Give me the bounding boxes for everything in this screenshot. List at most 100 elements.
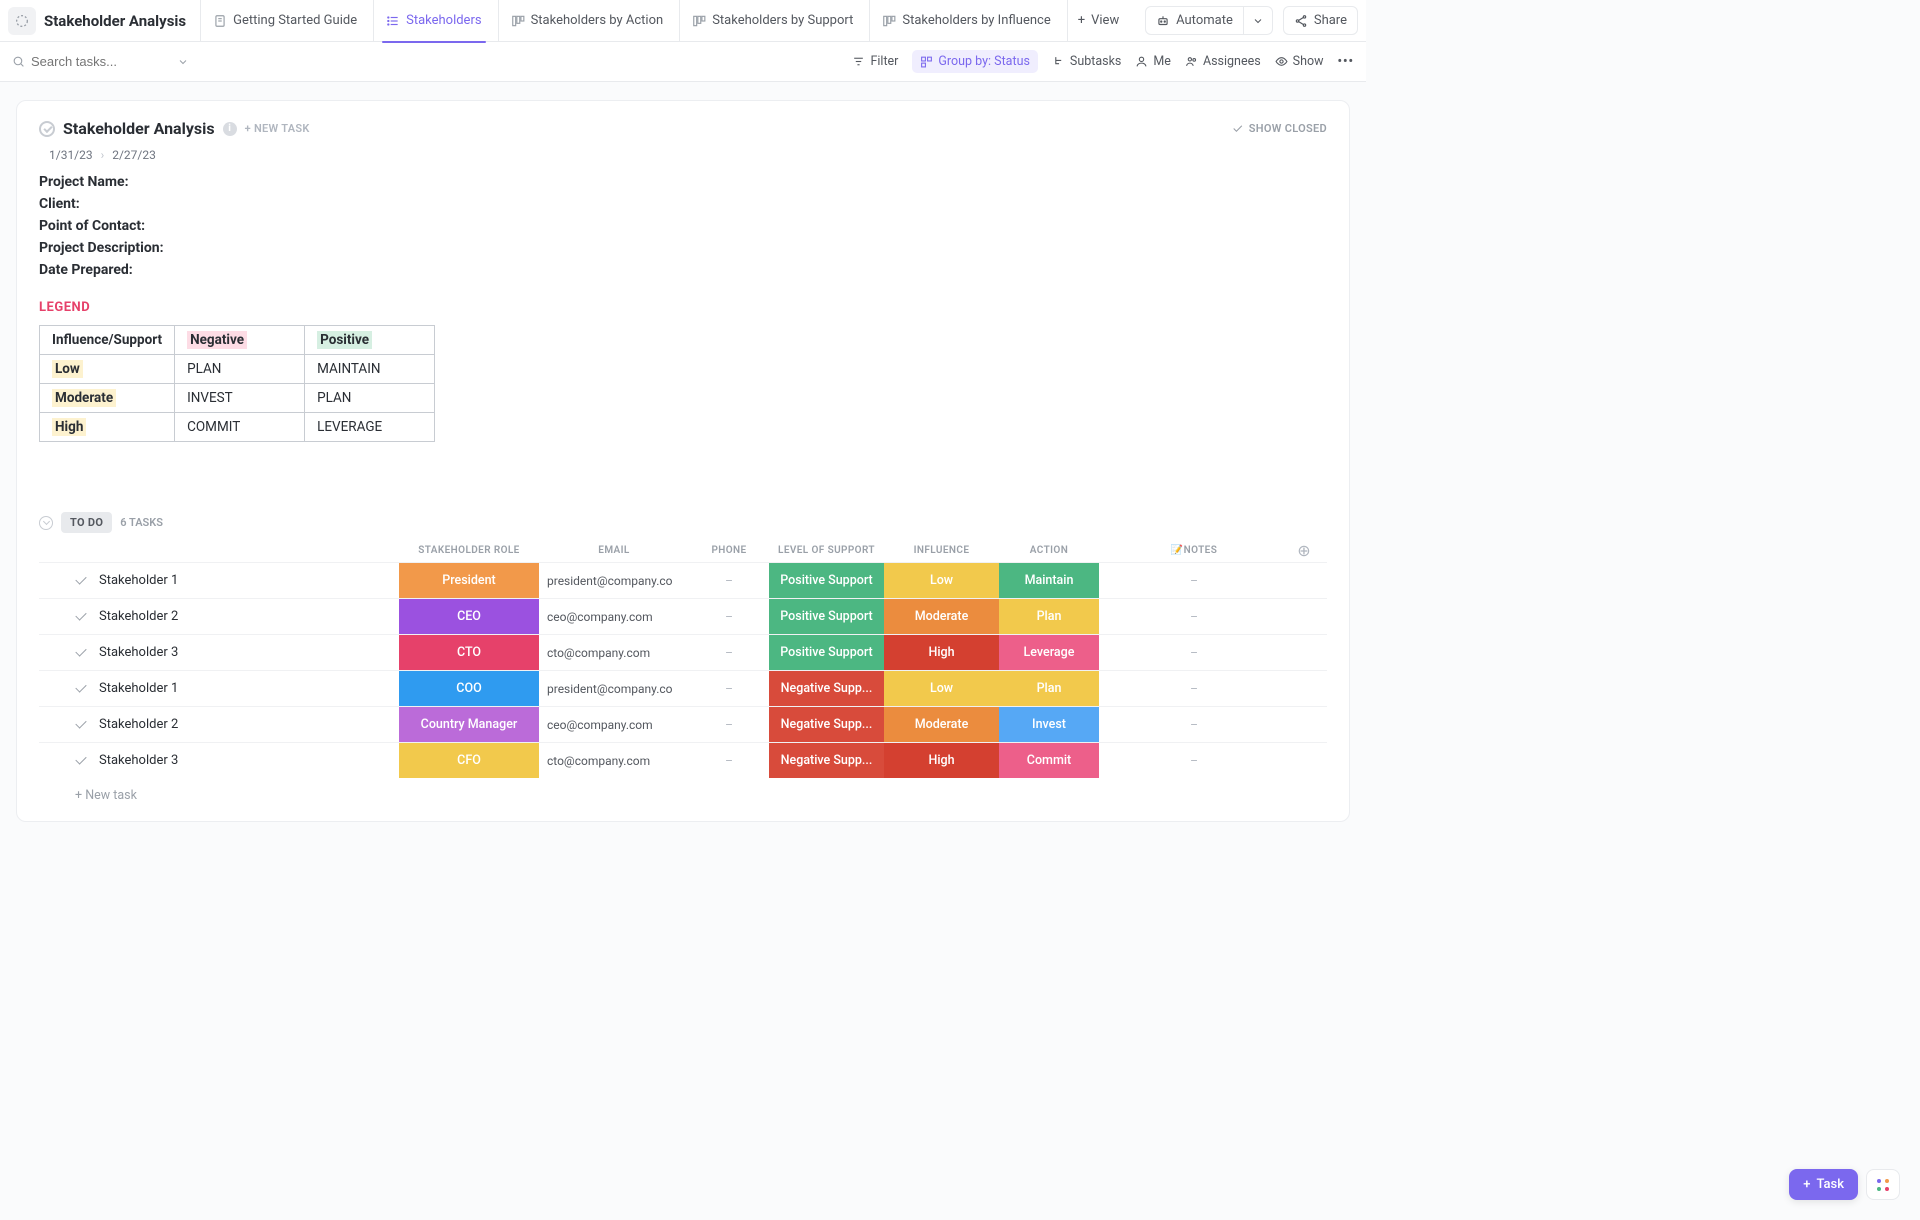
email-cell[interactable]: cto@company.com: [539, 743, 689, 778]
email-cell[interactable]: cto@company.com: [539, 635, 689, 670]
show-button[interactable]: Show: [1275, 54, 1324, 69]
email-cell[interactable]: ceo@company.com: [539, 707, 689, 742]
role-tag[interactable]: President: [399, 563, 539, 598]
action-tag[interactable]: Commit: [999, 743, 1099, 778]
filter-button[interactable]: Filter: [852, 54, 898, 69]
support-tag[interactable]: Negative Supp...: [769, 743, 884, 778]
notes-cell[interactable]: –: [1099, 671, 1289, 706]
notes-cell[interactable]: –: [1099, 707, 1289, 742]
notes-cell[interactable]: –: [1099, 635, 1289, 670]
influence-tag[interactable]: High: [884, 635, 999, 670]
col-influence[interactable]: INFLUENCE: [884, 539, 999, 562]
col-notes[interactable]: 📝NOTES: [1099, 539, 1289, 562]
phone-cell[interactable]: –: [689, 599, 769, 634]
role-tag[interactable]: CFO: [399, 743, 539, 778]
table-row[interactable]: Stakeholder 2CEOceo@company.com–Positive…: [39, 598, 1327, 634]
table-row[interactable]: Stakeholder 3CTOcto@company.com–Positive…: [39, 634, 1327, 670]
date-start: 1/31/23: [49, 148, 93, 162]
phone-cell[interactable]: –: [689, 743, 769, 778]
phone-cell[interactable]: –: [689, 707, 769, 742]
tab-stakeholders[interactable]: Stakeholders: [373, 0, 493, 42]
search-box[interactable]: [12, 54, 212, 69]
email-cell[interactable]: president@company.co: [539, 563, 689, 598]
task-name-cell[interactable]: Stakeholder 1: [39, 671, 399, 706]
support-tag[interactable]: Positive Support: [769, 635, 884, 670]
table-row[interactable]: Stakeholder 2Country Managerceo@company.…: [39, 706, 1327, 742]
col-role[interactable]: STAKEHOLDER ROLE: [399, 539, 539, 562]
assignees-button[interactable]: Assignees: [1185, 54, 1261, 69]
col-support[interactable]: LEVEL OF SUPPORT: [769, 539, 884, 562]
role-tag[interactable]: COO: [399, 671, 539, 706]
action-tag[interactable]: Invest: [999, 707, 1099, 742]
notes-cell[interactable]: –: [1099, 743, 1289, 778]
check-icon[interactable]: [75, 646, 89, 660]
check-icon[interactable]: [75, 682, 89, 696]
show-closed-button[interactable]: SHOW CLOSED: [1231, 122, 1327, 135]
phone-cell[interactable]: –: [689, 563, 769, 598]
check-icon[interactable]: [75, 718, 89, 732]
date-range[interactable]: 1/31/23 › 2/27/23: [49, 148, 1327, 162]
check-icon[interactable]: [75, 574, 89, 588]
action-tag[interactable]: Leverage: [999, 635, 1099, 670]
me-button[interactable]: Me: [1135, 54, 1171, 69]
table-row[interactable]: Stakeholder 3CFOcto@company.com–Negative…: [39, 742, 1327, 778]
role-tag[interactable]: Country Manager: [399, 707, 539, 742]
influence-tag[interactable]: High: [884, 743, 999, 778]
collapse-toggle-icon[interactable]: [39, 121, 55, 137]
check-icon[interactable]: [75, 610, 89, 624]
col-email[interactable]: EMAIL: [539, 539, 689, 562]
task-name-cell[interactable]: Stakeholder 3: [39, 743, 399, 778]
support-tag[interactable]: Negative Supp...: [769, 707, 884, 742]
phone-cell[interactable]: –: [689, 635, 769, 670]
group-collapse-icon[interactable]: [39, 516, 53, 530]
task-name-cell[interactable]: Stakeholder 2: [39, 707, 399, 742]
action-tag[interactable]: Maintain: [999, 563, 1099, 598]
status-pill[interactable]: TO DO: [61, 512, 112, 533]
group-by-button[interactable]: Group by: Status: [912, 50, 1038, 73]
col-action[interactable]: ACTION: [999, 539, 1099, 562]
new-task-fab[interactable]: + Task: [1789, 1169, 1858, 1200]
table-row[interactable]: Stakeholder 1Presidentpresident@company.…: [39, 562, 1327, 598]
email-cell[interactable]: ceo@company.com: [539, 599, 689, 634]
tab-by-support[interactable]: Stakeholders by Support: [679, 0, 865, 42]
app-logo-icon[interactable]: [8, 7, 36, 35]
task-name-cell[interactable]: Stakeholder 2: [39, 599, 399, 634]
tab-getting-started[interactable]: Getting Started Guide: [200, 0, 369, 42]
action-tag[interactable]: Plan: [999, 671, 1099, 706]
support-tag[interactable]: Negative Supp...: [769, 671, 884, 706]
role-tag[interactable]: CTO: [399, 635, 539, 670]
more-button[interactable]: •••: [1338, 54, 1354, 69]
apps-fab[interactable]: [1866, 1169, 1900, 1200]
support-tag[interactable]: Positive Support: [769, 563, 884, 598]
role-tag[interactable]: CEO: [399, 599, 539, 634]
influence-tag[interactable]: Low: [884, 563, 999, 598]
check-icon[interactable]: [75, 754, 89, 768]
subtasks-button[interactable]: Subtasks: [1052, 54, 1121, 69]
new-task-header-button[interactable]: + NEW TASK: [245, 122, 310, 135]
share-button[interactable]: Share: [1283, 6, 1358, 35]
influence-tag[interactable]: Moderate: [884, 599, 999, 634]
automate-button[interactable]: Automate: [1145, 6, 1244, 35]
info-icon[interactable]: i: [223, 122, 237, 136]
tab-by-action[interactable]: Stakeholders by Action: [498, 0, 676, 42]
dots-icon: •••: [1338, 54, 1354, 69]
new-task-row[interactable]: + New task: [39, 778, 1327, 807]
add-column-button[interactable]: ⊕: [1289, 541, 1319, 560]
add-view-button[interactable]: + View: [1067, 0, 1130, 42]
search-input[interactable]: [31, 54, 171, 69]
chevron-down-icon[interactable]: [177, 56, 189, 68]
support-tag[interactable]: Positive Support: [769, 599, 884, 634]
influence-tag[interactable]: Moderate: [884, 707, 999, 742]
tab-by-influence[interactable]: Stakeholders by Influence: [869, 0, 1062, 42]
notes-cell[interactable]: –: [1099, 563, 1289, 598]
influence-tag[interactable]: Low: [884, 671, 999, 706]
task-name-cell[interactable]: Stakeholder 3: [39, 635, 399, 670]
automate-dropdown[interactable]: [1244, 6, 1273, 35]
phone-cell[interactable]: –: [689, 671, 769, 706]
col-phone[interactable]: PHONE: [689, 539, 769, 562]
task-name-cell[interactable]: Stakeholder 1: [39, 563, 399, 598]
email-cell[interactable]: president@company.co: [539, 671, 689, 706]
table-row[interactable]: Stakeholder 1COOpresident@company.co–Neg…: [39, 670, 1327, 706]
notes-cell[interactable]: –: [1099, 599, 1289, 634]
action-tag[interactable]: Plan: [999, 599, 1099, 634]
